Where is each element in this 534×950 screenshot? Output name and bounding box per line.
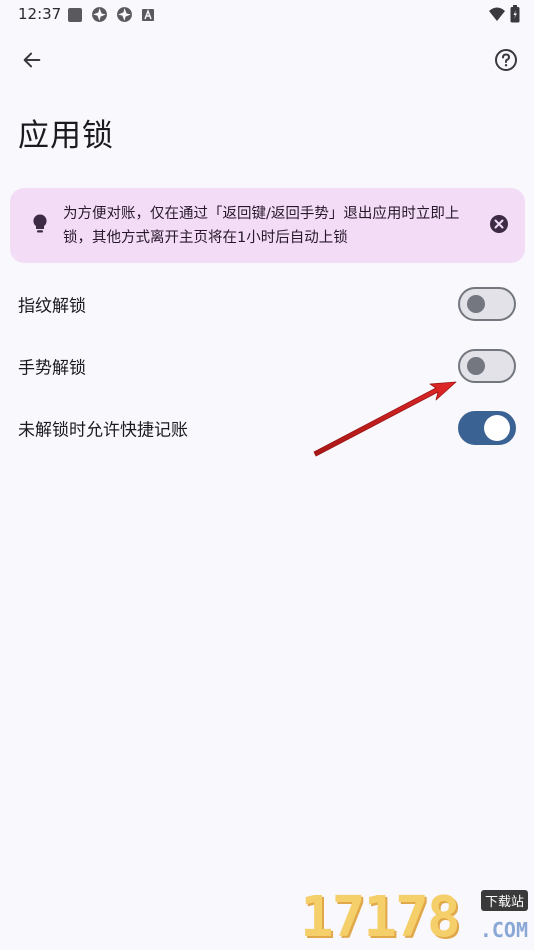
help-circle-icon xyxy=(494,48,518,76)
battery-icon xyxy=(510,5,520,27)
toggle-knob xyxy=(467,357,485,375)
setting-label: 手势解锁 xyxy=(18,358,86,379)
watermark-domain: .COM xyxy=(479,918,528,942)
app-bar xyxy=(0,40,534,84)
wifi-icon xyxy=(488,6,506,26)
setting-label: 指纹解锁 xyxy=(18,296,86,317)
gesture-unlock-toggle[interactable] xyxy=(458,349,516,383)
status-time: 12:37 xyxy=(18,5,62,23)
close-circle-icon xyxy=(489,214,509,238)
banner-text: 为方便对账，仅在通过「返回键/返回手势」退出应用时立即上锁，其他方式离开主页将在… xyxy=(63,206,460,246)
status-bar: 12:37 xyxy=(0,0,534,28)
watermark-digits: 17178 xyxy=(300,885,461,950)
arrow-left-icon xyxy=(21,49,43,75)
quick-record-toggle[interactable] xyxy=(458,411,516,445)
help-button[interactable] xyxy=(486,42,526,82)
setting-label: 未解锁时允许快捷记账 xyxy=(18,420,188,441)
lightbulb-icon xyxy=(28,212,52,236)
a-badge-icon xyxy=(141,7,155,26)
watermark-tag: 下载站 xyxy=(480,890,528,911)
toggle-knob xyxy=(467,295,485,313)
info-banner: 为方便对账，仅在通过「返回键/返回手势」退出应用时立即上锁，其他方式离开主页将在… xyxy=(10,188,525,263)
toggle-knob xyxy=(484,415,510,441)
aperture-icon xyxy=(91,6,108,27)
setting-row-gesture[interactable]: 手势解锁 xyxy=(0,338,534,394)
system-icons xyxy=(488,5,520,27)
setting-row-quick-record[interactable]: 未解锁时允许快捷记账 xyxy=(0,400,534,456)
fingerprint-unlock-toggle[interactable] xyxy=(458,287,516,321)
back-button[interactable] xyxy=(12,42,52,82)
page-title: 应用锁 xyxy=(18,118,114,154)
close-banner-button[interactable] xyxy=(487,214,511,238)
aperture-icon xyxy=(116,6,133,27)
app-square-icon xyxy=(67,7,83,27)
notification-icons xyxy=(67,6,155,27)
site-logo-watermark: 17178 下载站 .COM xyxy=(300,888,528,948)
setting-row-fingerprint[interactable]: 指纹解锁 xyxy=(0,276,534,332)
